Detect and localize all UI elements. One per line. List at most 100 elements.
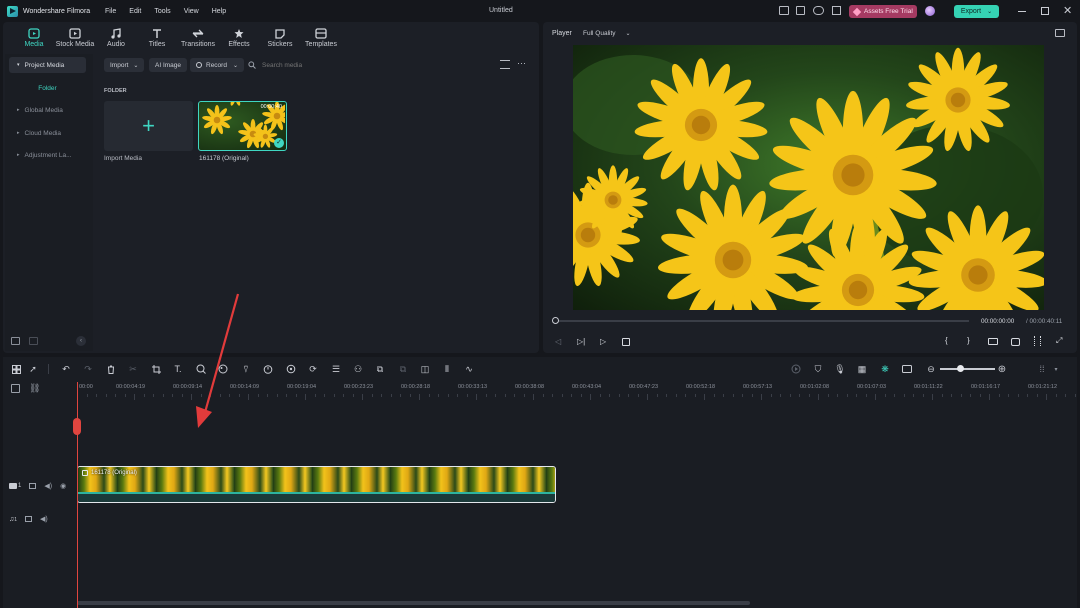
assets-free-trial-button[interactable]: Assets Free Trial [849,5,917,18]
speed-timer-icon[interactable] [262,363,274,375]
transform-icon[interactable]: ⧉ [374,363,386,375]
motion-icon[interactable]: ⟳ [307,363,319,375]
more-icon[interactable]: ⁞⁞ [1036,363,1048,375]
sidebar-item-cloud-media[interactable]: ▸ Cloud Media [9,125,86,141]
grid-icon[interactable] [832,6,841,15]
audio-wave-icon[interactable]: ⦀ [441,363,453,375]
stop-icon[interactable] [622,338,630,346]
stabilize-icon[interactable] [285,363,297,375]
search-bar[interactable] [248,58,418,72]
delete-icon[interactable] [105,363,117,375]
subtitle-icon[interactable] [901,363,913,375]
sidebar-item-adjustment-layer[interactable]: ▸ Adjustment La... [9,147,86,163]
speaker-icon[interactable]: ◀) [40,515,48,523]
menu-tools[interactable]: Tools [154,8,170,15]
more-options-icon[interactable]: ⋯ [517,58,526,69]
folder-lock-icon[interactable] [29,483,37,489]
menu-help[interactable]: Help [212,8,226,15]
folder-icon[interactable] [29,337,38,345]
group-icon[interactable]: ⚇ [352,363,364,375]
minimize-icon[interactable] [1018,11,1026,12]
undo-icon[interactable]: ↶ [60,363,72,375]
tab-stickers[interactable]: Stickers [260,28,300,48]
adjust-icon[interactable]: ☰ [330,363,342,375]
ruler-minor-tick [865,394,867,397]
freeze-icon[interactable]: ◫ [419,363,431,375]
display-icon[interactable] [988,338,998,345]
sidebar-item-folder[interactable]: Folder [9,80,86,96]
ruler-minor-tick [1074,394,1076,397]
previous-frame-icon[interactable]: ◁ [555,337,561,346]
render-preview-icon[interactable] [790,363,802,375]
play-icon[interactable]: ▷ [600,337,606,346]
select-tool-icon[interactable]: ➚ [27,363,39,375]
ai-audio-icon[interactable]: ▦ [856,363,868,375]
collapse-sidebar-icon[interactable]: ‹ [76,336,86,346]
tab-titles[interactable]: Titles [137,28,177,48]
video-clip[interactable]: 161178 (Original) [77,466,556,503]
tab-templates[interactable]: Templates [301,28,341,48]
close-icon[interactable]: ✕ [1063,4,1072,17]
step-forward-icon[interactable]: ▷| [577,337,585,346]
audio-meter-icon[interactable] [1034,336,1041,346]
tab-transitions[interactable]: Transitions [178,28,218,48]
microphone-icon[interactable]: 🎙 [834,363,846,375]
ruler-label: 00:01:16:17 [971,384,1001,390]
import-dropdown[interactable]: Import ⌄ [104,58,145,72]
mark-in-icon[interactable]: { [945,336,948,345]
text-tool-icon[interactable]: T. [172,363,184,375]
redo-icon[interactable]: ↷ [82,363,94,375]
zoom-slider-handle[interactable] [957,365,964,372]
export-button[interactable]: Export ⌄ [954,5,999,18]
zoom-slider-track[interactable] [940,368,995,370]
save-icon[interactable] [796,6,805,15]
tab-audio[interactable]: Audio [96,28,136,48]
copy-icon[interactable]: ⧉ [397,363,409,375]
split-scissors-icon[interactable]: ✂ [127,363,139,375]
playhead-handle[interactable] [73,418,81,435]
folder-lock-icon[interactable] [25,516,33,522]
menu-file[interactable]: File [105,8,116,15]
player-progress-handle[interactable] [552,317,559,324]
zoom-in-icon[interactable]: ⊕ [996,363,1008,375]
menu-view[interactable]: View [184,8,199,15]
restore-icon[interactable] [1041,7,1049,15]
zoom-out-icon[interactable]: ⊖ [925,363,937,375]
new-folder-icon[interactable] [11,337,20,345]
playhead-line[interactable] [77,382,78,608]
quality-dropdown[interactable]: Full Quality ⌄ [583,30,631,37]
import-media-tile[interactable]: + [104,101,193,151]
link-icon[interactable]: ⛓ [29,383,40,394]
cloud-icon[interactable] [813,6,824,15]
record-dropdown[interactable]: Record ⌄ [190,58,244,72]
snapshot-icon[interactable] [1055,29,1065,37]
mark-out-icon[interactable]: } [967,336,970,345]
auto-sync-icon[interactable]: ❋ [879,363,891,375]
tab-stock-media[interactable]: Stock Media [55,28,95,48]
menu-edit[interactable]: Edit [129,8,141,15]
add-track-icon[interactable] [11,384,20,393]
chevron-down-icon[interactable]: ▾ [1050,363,1062,375]
tab-effects[interactable]: Effects [219,28,259,48]
video-track-icon: 1 [9,483,21,489]
media-clip-thumbnail[interactable]: 00:00:40 ✓ [198,101,287,151]
layout-grid-icon[interactable] [10,363,22,375]
filter-icon[interactable] [500,60,510,69]
fullscreen-icon[interactable]: ⤢ [1056,336,1062,346]
camera-icon[interactable] [1011,338,1020,346]
avatar[interactable] [925,6,935,16]
video-track-header: 1 ◀) ◉ [9,480,73,492]
ai-image-button[interactable]: AI Image [149,58,188,72]
search-input[interactable] [262,61,402,69]
sidebar-item-project-media[interactable]: ▾ Project Media [9,57,86,73]
timeline-scrollbar[interactable] [77,601,750,605]
speaker-icon[interactable]: ◀) [44,482,52,490]
marker-icon[interactable]: ⛉ [812,363,824,375]
tab-media[interactable]: Media [14,28,54,48]
sidebar-item-global-media[interactable]: ▸ Global Media [9,102,86,118]
layout-icon[interactable] [779,6,789,15]
eye-icon[interactable]: ◉ [60,482,66,490]
crop-icon[interactable] [150,363,162,375]
player-progress-track[interactable] [556,320,969,322]
audio-stretch-icon[interactable]: ∿ [463,363,475,375]
